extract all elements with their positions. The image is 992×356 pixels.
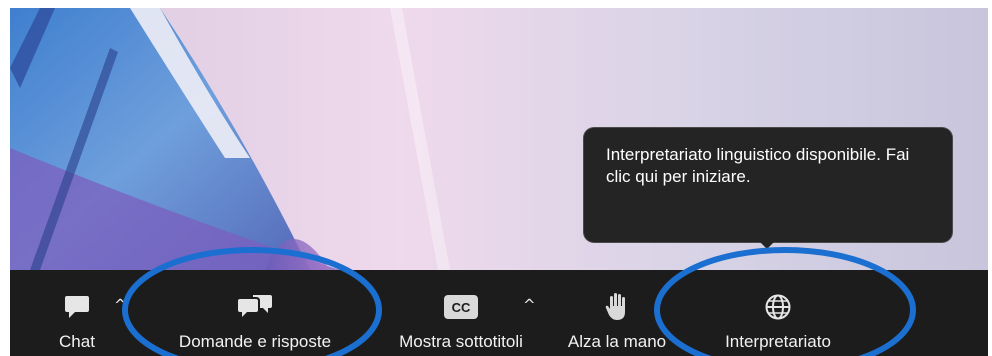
raise-hand-icon (605, 290, 629, 324)
captions-label: Mostra sottotitoli (399, 332, 523, 351)
qa-bubbles-icon (237, 290, 273, 324)
interpretation-label: Interpretariato (725, 332, 831, 351)
raise-hand-button[interactable]: Alza la mano (562, 270, 672, 356)
captions-button[interactable]: CC Mostra sottotitoli (376, 270, 546, 356)
chat-label: Chat (59, 332, 95, 351)
chat-bubble-icon (63, 290, 91, 324)
raise-hand-label: Alza la mano (567, 332, 667, 351)
qa-label: Domande e risposte (178, 332, 332, 351)
captions-options-caret[interactable]: ^ (523, 296, 536, 314)
chat-button[interactable]: Chat (54, 270, 100, 356)
closed-captions-icon: CC (444, 290, 478, 324)
interpretation-button[interactable]: Interpretariato (708, 270, 848, 356)
qa-button[interactable]: Domande e risposte (150, 270, 360, 356)
interpretation-tooltip[interactable]: Interpretariato linguistico disponibile.… (584, 128, 952, 242)
tooltip-arrow (758, 240, 776, 249)
chat-options-caret[interactable]: ^ (114, 296, 127, 314)
globe-icon (764, 290, 792, 324)
meeting-toolbar: Chat ^ Domande e risposte CC Mostra sott… (10, 270, 988, 356)
